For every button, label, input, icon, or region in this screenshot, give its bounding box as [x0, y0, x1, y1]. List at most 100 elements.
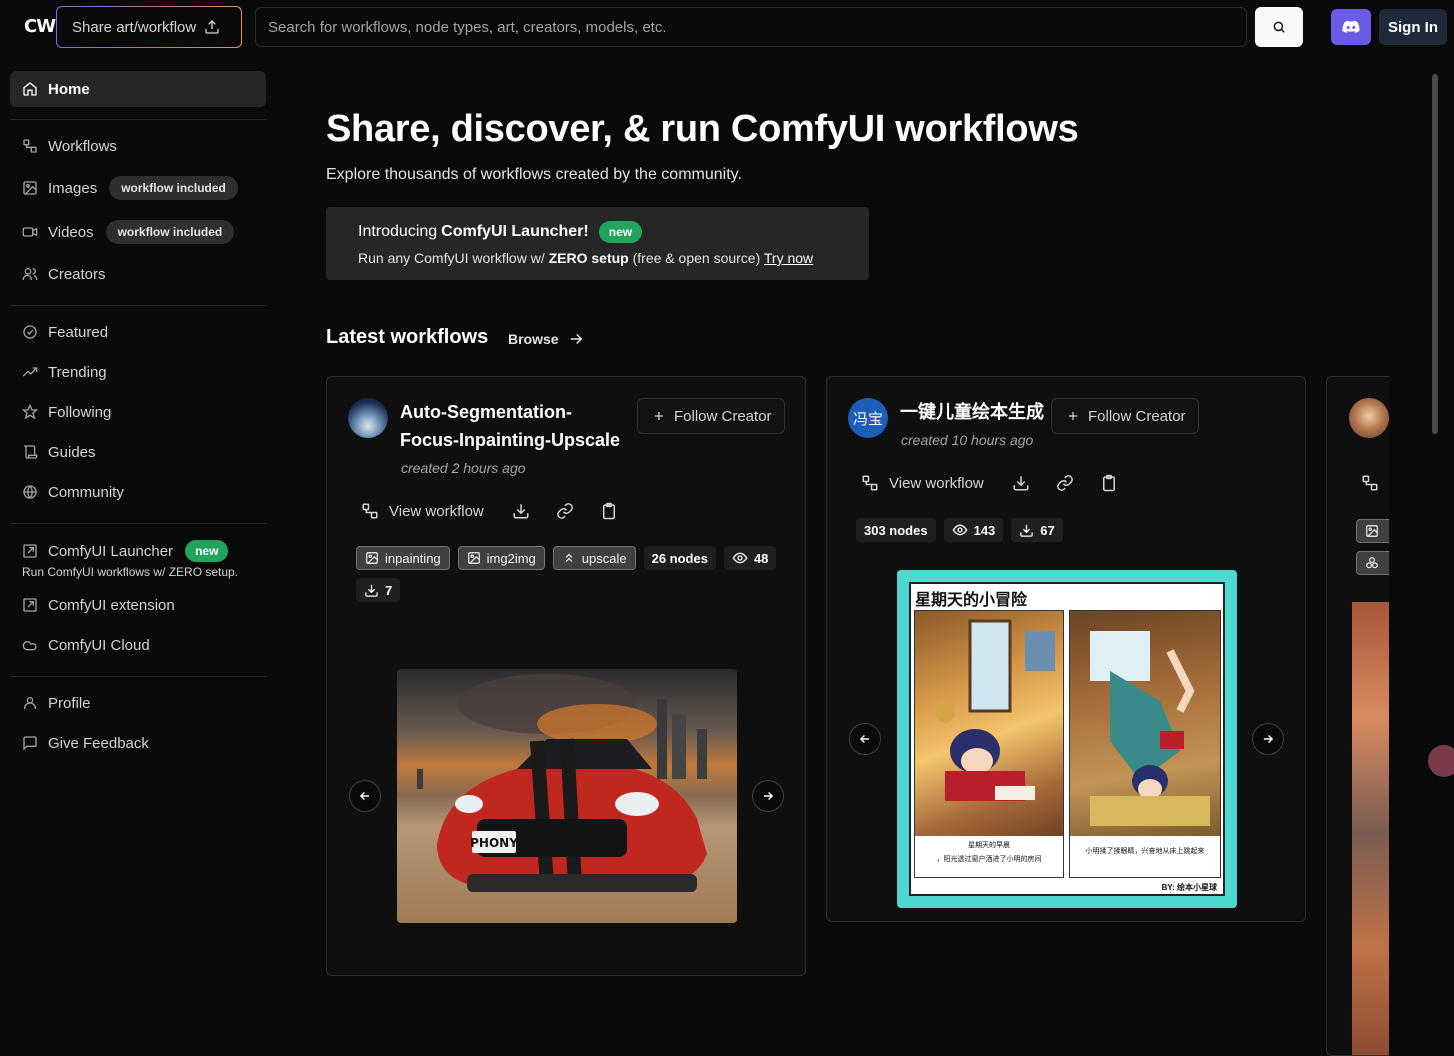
panel-illustration: [1070, 611, 1220, 836]
view-workflow-button[interactable]: View workflow: [361, 502, 484, 520]
sidebar-item-guides[interactable]: Guides: [10, 434, 266, 470]
link-icon: [556, 503, 573, 519]
follow-creator-button[interactable]: Follow Creator: [637, 398, 785, 434]
sidebar-item-following[interactable]: Following: [10, 394, 266, 430]
carousel-next-button[interactable]: [1252, 723, 1284, 755]
tag-image[interactable]: [1356, 519, 1389, 543]
sidebar-item-videos[interactable]: Videos workflow included: [10, 214, 266, 250]
search-icon: [1273, 21, 1285, 33]
globe-icon: [23, 485, 37, 499]
arrow-left-icon: [359, 791, 370, 801]
book-title: 星期天的小冒险: [915, 590, 1028, 609]
tag-inpainting[interactable]: inpainting: [356, 546, 450, 570]
workflow-preview-image[interactable]: [1352, 602, 1389, 1055]
tag-img2img[interactable]: img2img: [457, 546, 545, 570]
copy-link-button[interactable]: [1056, 474, 1074, 492]
views-badge: 143: [943, 518, 1004, 542]
creator-avatar[interactable]: [1349, 398, 1389, 438]
search-button[interactable]: [1255, 7, 1303, 47]
creator-avatar[interactable]: [348, 398, 388, 438]
clipboard-button[interactable]: [600, 502, 618, 520]
eye-icon: [952, 524, 968, 536]
carousel-prev-button[interactable]: [849, 723, 881, 755]
workflow-included-badge: workflow included: [109, 176, 238, 200]
discord-icon: [1342, 20, 1360, 33]
carousel-next-button[interactable]: [752, 780, 784, 812]
workflow-title[interactable]: Auto-Segmentation- Focus-Inpainting-Upsc…: [400, 398, 630, 454]
search-input[interactable]: Search for workflows, node types, art, c…: [255, 7, 1247, 47]
sidebar-item-images[interactable]: Images workflow included: [10, 170, 266, 206]
sidebar-label: ComfyUI Cloud: [48, 636, 150, 654]
view-workflow-button[interactable]: View workflow: [861, 474, 984, 492]
sidebar-item-workflows[interactable]: Workflows: [10, 128, 266, 164]
workflow-card[interactable]: [1326, 376, 1389, 1056]
tag-cluster[interactable]: [1356, 551, 1389, 575]
clipboard-icon: [1102, 474, 1115, 492]
users-icon: [22, 268, 38, 280]
workflow-title[interactable]: 一键儿童绘本生成: [900, 398, 1044, 426]
star-icon: [22, 404, 38, 420]
sidebar-item-home[interactable]: Home: [10, 71, 266, 107]
site-logo[interactable]: CW: [24, 16, 56, 37]
sidebar-item-trending[interactable]: Trending: [10, 354, 266, 390]
view-workflow-button[interactable]: [1361, 474, 1379, 497]
workflow-icon: [362, 503, 378, 519]
page-subtitle: Explore thousands of workflows created b…: [326, 166, 742, 183]
sleeping-child-illustration: [935, 619, 1055, 801]
video-icon: [22, 227, 38, 237]
sidebar-item-launcher[interactable]: ComfyUI Launcher new: [10, 533, 266, 569]
book-panel-left: 星期天的早晨 ，阳光透过窗户洒进了小明的房间: [914, 610, 1064, 878]
browse-label: Browse: [508, 331, 559, 347]
sidebar-item-featured[interactable]: Featured: [10, 314, 266, 350]
image-plus-icon: [366, 552, 378, 564]
page-scrollbar[interactable]: [1428, 72, 1442, 1044]
node-count-badge: 26 nodes: [643, 546, 716, 570]
download-count: 7: [385, 582, 393, 598]
discord-button[interactable]: [1331, 9, 1371, 45]
sidebar-label: ComfyUI extension: [48, 596, 175, 614]
message-icon: [23, 736, 37, 751]
sidebar-item-creators[interactable]: Creators: [10, 256, 266, 292]
arrow-right-icon: [570, 333, 582, 345]
tag-upscale[interactable]: upscale: [552, 546, 636, 570]
workflow-preview-image[interactable]: PHONY: [397, 669, 737, 923]
workflow-card[interactable]: Auto-Segmentation- Focus-Inpainting-Upsc…: [326, 376, 806, 976]
scroll-thumb[interactable]: [1432, 74, 1438, 434]
carousel-prev-button[interactable]: [349, 780, 381, 812]
clipboard-button[interactable]: [1100, 474, 1118, 492]
share-art-workflow-button[interactable]: Share art/workflow: [56, 6, 242, 48]
workflow-card[interactable]: 冯宝 一键儿童绘本生成 created 10 hours ago Follow …: [826, 376, 1306, 922]
view-count: 48: [753, 550, 769, 566]
sign-in-button[interactable]: Sign In: [1379, 9, 1447, 45]
download-icon: [1020, 524, 1034, 537]
upload-icon: [205, 20, 219, 34]
view-count: 143: [973, 522, 996, 538]
sidebar-label: Community: [48, 483, 124, 501]
copy-link-button[interactable]: [556, 502, 574, 520]
user-icon: [24, 697, 36, 709]
download-button[interactable]: [1012, 474, 1030, 492]
sidebar-item-extension[interactable]: ComfyUI extension: [10, 587, 266, 623]
workflow-preview-image[interactable]: 星期天的小冒险 星期天的早晨 ，阳光透过窗户洒进了小明的房间 小明揉了揉眼睛，兴…: [897, 570, 1237, 908]
sidebar-item-community[interactable]: Community: [10, 474, 266, 510]
try-now-link[interactable]: Try now: [764, 250, 813, 266]
sidebar-item-feedback[interactable]: Give Feedback: [10, 725, 266, 761]
sidebar-label: Home: [48, 80, 90, 98]
follow-creator-button[interactable]: Follow Creator: [1051, 398, 1199, 434]
download-button[interactable]: [512, 502, 530, 520]
tag-label: inpainting: [385, 550, 441, 566]
eye-icon: [732, 552, 748, 564]
sidebar-item-cloud[interactable]: ComfyUI Cloud: [10, 627, 266, 663]
floating-action-button[interactable]: [1428, 745, 1454, 777]
badge-check-icon: [23, 325, 37, 339]
sidebar-label: Videos: [48, 223, 94, 241]
tag-list: inpainting img2img upscale 26 nodes 48 7: [356, 546, 786, 602]
car-illustration: PHONY: [417, 674, 707, 892]
sidebar-item-profile[interactable]: Profile: [10, 685, 266, 721]
top-bar: CW Share art/workflow Search for workflo…: [0, 0, 1454, 56]
creator-avatar[interactable]: 冯宝: [848, 398, 888, 438]
chevrons-up-icon: [565, 553, 573, 562]
browse-link[interactable]: Browse: [508, 330, 585, 348]
arrow-right-icon: [1263, 734, 1274, 744]
sidebar-label: Workflows: [48, 137, 117, 155]
